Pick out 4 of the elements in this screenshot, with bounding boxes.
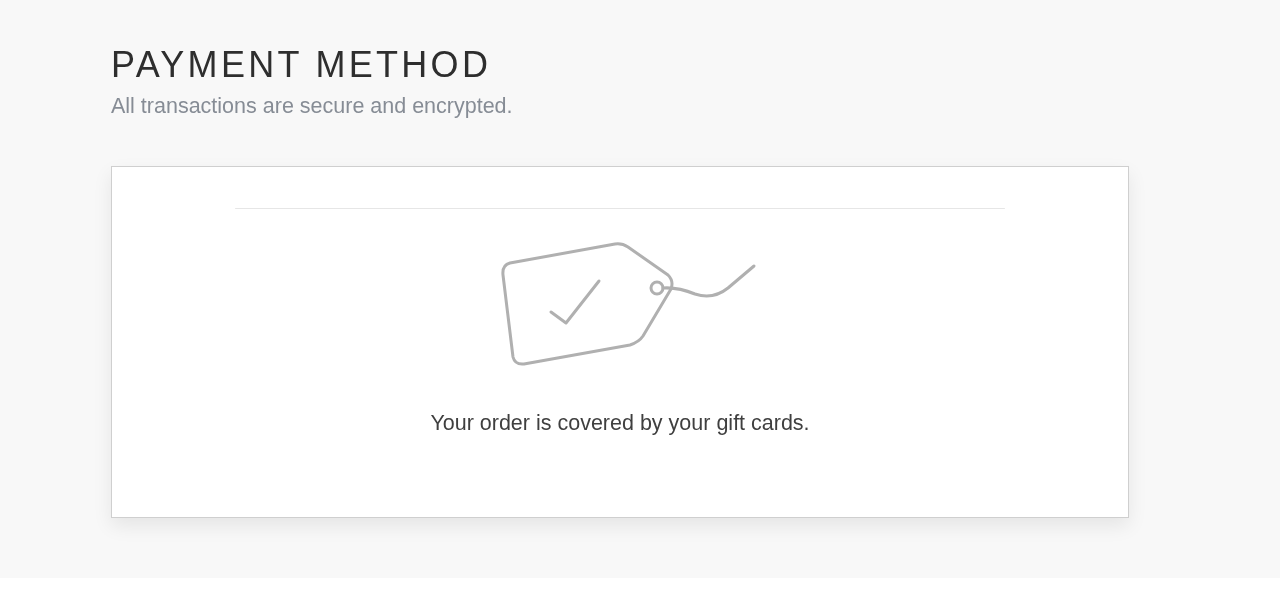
section-subtitle: All transactions are secure and encrypted. [111,93,514,120]
section-title: PAYMENT METHOD [111,44,493,86]
gift-card-coverage-message: Your order is covered by your gift cards. [430,411,810,436]
gift-tag-icon [500,241,758,367]
